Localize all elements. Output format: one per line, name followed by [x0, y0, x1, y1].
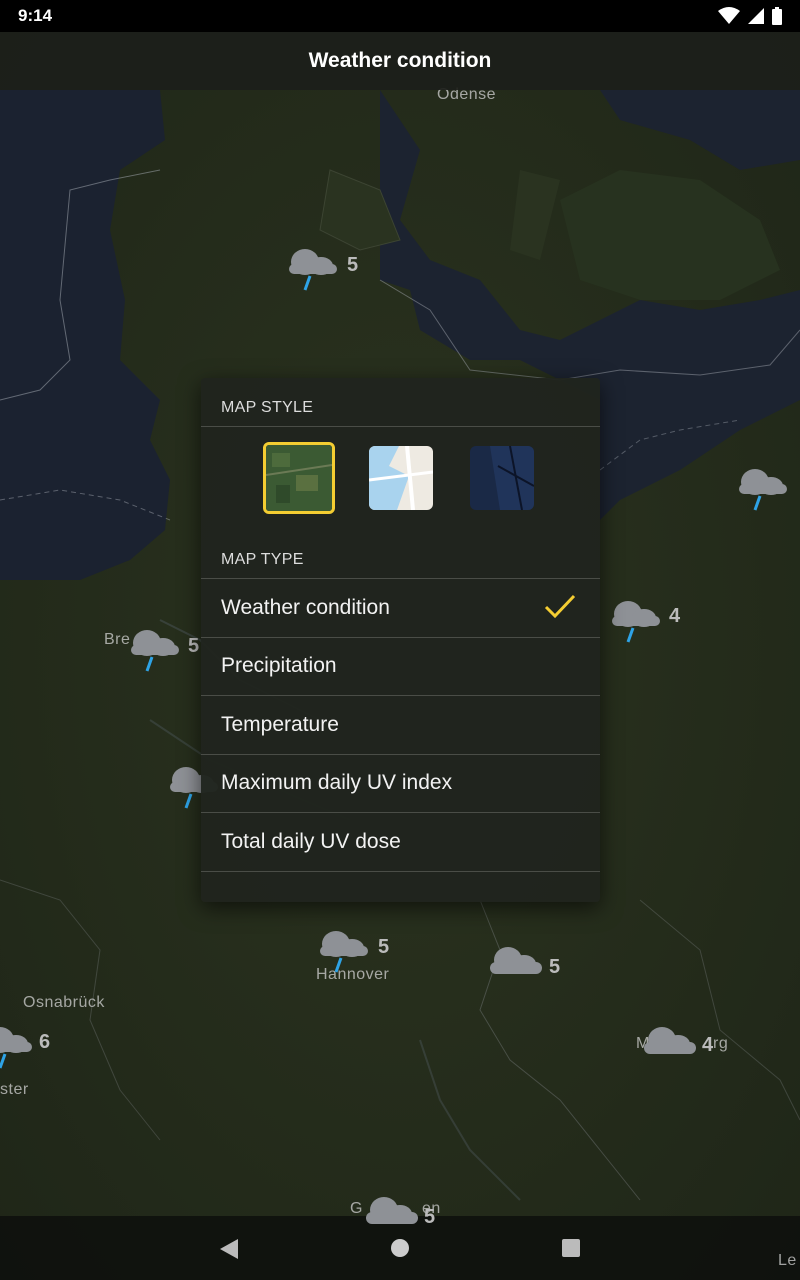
menu-item-label: Temperature	[221, 713, 339, 736]
menu-item-label: Weather condition	[221, 596, 390, 619]
cloud-icon[interactable]	[640, 1020, 700, 1070]
map-style-dark[interactable]	[470, 446, 534, 510]
map-type-total-uv-dose[interactable]: Total daily UV dose	[201, 813, 600, 871]
rain-cloud-icon[interactable]	[125, 621, 185, 672]
rain-cloud-icon[interactable]	[0, 1018, 38, 1069]
signal-icon	[748, 8, 764, 24]
status-time: 9:14	[18, 6, 53, 25]
recents-icon[interactable]	[561, 1238, 581, 1258]
forecast-value: 5	[549, 956, 561, 978]
map-style-satellite[interactable]	[263, 442, 335, 514]
battery-icon	[772, 7, 782, 25]
checkmark-icon	[544, 594, 576, 619]
map-style-header: MAP STYLE	[221, 399, 314, 416]
forecast-value: 4	[669, 605, 681, 627]
status-icons	[718, 7, 782, 25]
map-type-temperature[interactable]: Temperature	[201, 696, 600, 754]
menu-item-label: Precipitation	[221, 654, 337, 677]
forecast-value: 5	[347, 254, 359, 276]
map-style-light[interactable]	[369, 446, 433, 510]
map-options-popup: MAP STYLE MAP TYPE Weather condition Pre…	[201, 378, 600, 902]
cloud-icon[interactable]	[362, 1190, 422, 1240]
menu-item-label: Maximum daily UV index	[221, 771, 453, 794]
forecast-value: 6	[39, 1031, 51, 1053]
forecast-value: 5	[424, 1206, 436, 1228]
map-type-precipitation[interactable]: Precipitation	[201, 637, 600, 695]
rain-cloud-icon[interactable]	[606, 592, 666, 643]
city-label-osnabrueck: Osnabrück	[23, 994, 105, 1011]
forecast-value: 4	[702, 1034, 714, 1056]
back-icon[interactable]	[219, 1238, 239, 1260]
map-type-header: MAP TYPE	[221, 551, 304, 568]
map-type-weather-condition[interactable]: Weather condition	[201, 579, 600, 637]
forecast-value: 5	[188, 635, 200, 657]
divider	[201, 871, 600, 872]
city-label-muenster: ster	[0, 1081, 29, 1098]
divider	[201, 426, 600, 427]
map-type-max-uv-index[interactable]: Maximum daily UV index	[201, 754, 600, 812]
status-bar: 9:14	[0, 0, 800, 32]
forecast-value: 5	[378, 936, 390, 958]
wifi-icon	[718, 7, 740, 24]
rain-cloud-icon[interactable]	[314, 922, 374, 973]
menu-item-label: Total daily UV dose	[221, 830, 401, 853]
rain-cloud-icon[interactable]	[733, 460, 793, 511]
app-bar: Weather condition	[0, 32, 800, 90]
cloud-icon[interactable]	[486, 940, 546, 990]
city-label-leipzig: Le	[778, 1252, 797, 1269]
rain-cloud-icon[interactable]	[283, 240, 343, 291]
app-title: Weather condition	[308, 49, 492, 72]
city-label-magdeburg-suffix: rg	[713, 1035, 729, 1052]
